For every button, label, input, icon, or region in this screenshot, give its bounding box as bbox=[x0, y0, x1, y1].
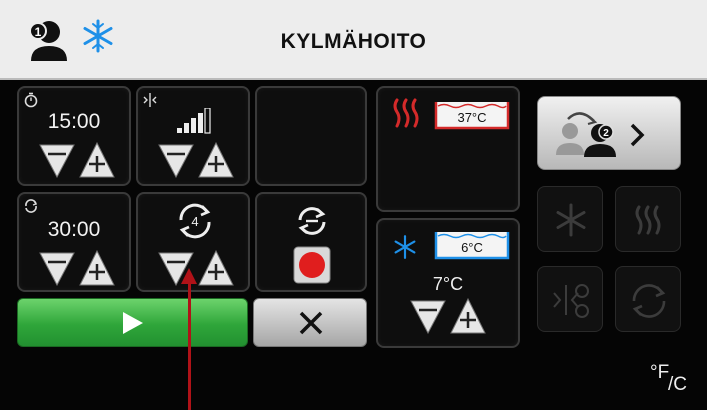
treatment-time-stepper bbox=[39, 142, 119, 180]
cold-reservoir-panel: 6°C 7°C bbox=[376, 218, 520, 348]
device-screen: 1 KYLMÄHOITO 15:00 30:00 4 37°C 6°C 7°C … bbox=[0, 0, 707, 410]
compression-contrast-icon bbox=[553, 284, 589, 318]
switch-user-number: 2 bbox=[603, 128, 609, 139]
compression-intensity-cell bbox=[136, 86, 250, 186]
cycle-time-value: 30:00 bbox=[47, 218, 101, 241]
treatment-timer-cell: 15:00 bbox=[17, 86, 131, 186]
increase-button[interactable] bbox=[450, 298, 486, 334]
cold-tank-temp: 6°C bbox=[461, 240, 483, 255]
intensity-stepper bbox=[158, 142, 238, 180]
treatment-time-value: 15:00 bbox=[47, 110, 101, 133]
cycle-time-stepper bbox=[39, 250, 119, 288]
celsius-label: /C bbox=[668, 374, 687, 395]
annotation-arrow-shaft bbox=[188, 280, 191, 410]
heat-waves-icon bbox=[393, 98, 419, 128]
decrease-button[interactable] bbox=[39, 142, 75, 178]
switch-user-icon: 2 bbox=[556, 112, 645, 157]
record-button[interactable] bbox=[293, 246, 331, 284]
compression-icon bbox=[143, 93, 157, 107]
annotation-arrow-head bbox=[181, 268, 197, 284]
close-icon bbox=[299, 311, 323, 335]
snowflake-icon bbox=[556, 203, 586, 237]
contrast-cycle-icon bbox=[632, 284, 666, 318]
cold-setpoint-stepper bbox=[410, 298, 490, 336]
play-icon bbox=[123, 312, 143, 334]
decrease-button[interactable] bbox=[39, 250, 75, 286]
contrast-cycle-button[interactable] bbox=[615, 266, 681, 332]
repeat-count-value: 4 bbox=[191, 214, 198, 229]
title-bar: 1 KYLMÄHOITO bbox=[0, 0, 707, 80]
cold-mode-button[interactable] bbox=[537, 186, 603, 252]
compression-contrast-button[interactable] bbox=[537, 266, 603, 332]
sync-icon bbox=[298, 207, 326, 235]
increase-button[interactable] bbox=[79, 250, 115, 286]
heat-waves-icon bbox=[635, 205, 661, 235]
empty-cell bbox=[255, 86, 367, 186]
fahrenheit-label: °F bbox=[650, 362, 670, 383]
cycle-timer-cell: 30:00 bbox=[17, 192, 131, 292]
cold-setpoint-value: 7°C bbox=[432, 274, 464, 294]
unit-toggle[interactable]: °F /C bbox=[648, 362, 698, 398]
cancel-button[interactable] bbox=[253, 298, 367, 347]
heat-tank-temp: 37°C bbox=[457, 110, 487, 125]
increase-button[interactable] bbox=[79, 142, 115, 178]
cycle-timer-icon bbox=[25, 199, 38, 213]
heat-mode-button[interactable] bbox=[615, 186, 681, 252]
decrease-button[interactable] bbox=[158, 142, 194, 178]
sync-record-cell bbox=[255, 192, 367, 292]
decrease-button[interactable] bbox=[410, 298, 446, 334]
repeat-count-stepper bbox=[158, 250, 238, 288]
increase-button[interactable] bbox=[198, 250, 234, 286]
repeat-cycle-icon: 4 bbox=[179, 203, 211, 239]
start-button[interactable] bbox=[17, 298, 248, 347]
heat-reservoir-panel: 37°C bbox=[376, 86, 520, 212]
switch-user-button[interactable]: 2 bbox=[537, 96, 681, 170]
timer-icon bbox=[24, 92, 38, 108]
page-title: KYLMÄHOITO bbox=[280, 30, 427, 53]
increase-button[interactable] bbox=[198, 142, 234, 178]
signal-level-icon bbox=[177, 108, 211, 134]
snowflake-icon bbox=[394, 235, 416, 259]
